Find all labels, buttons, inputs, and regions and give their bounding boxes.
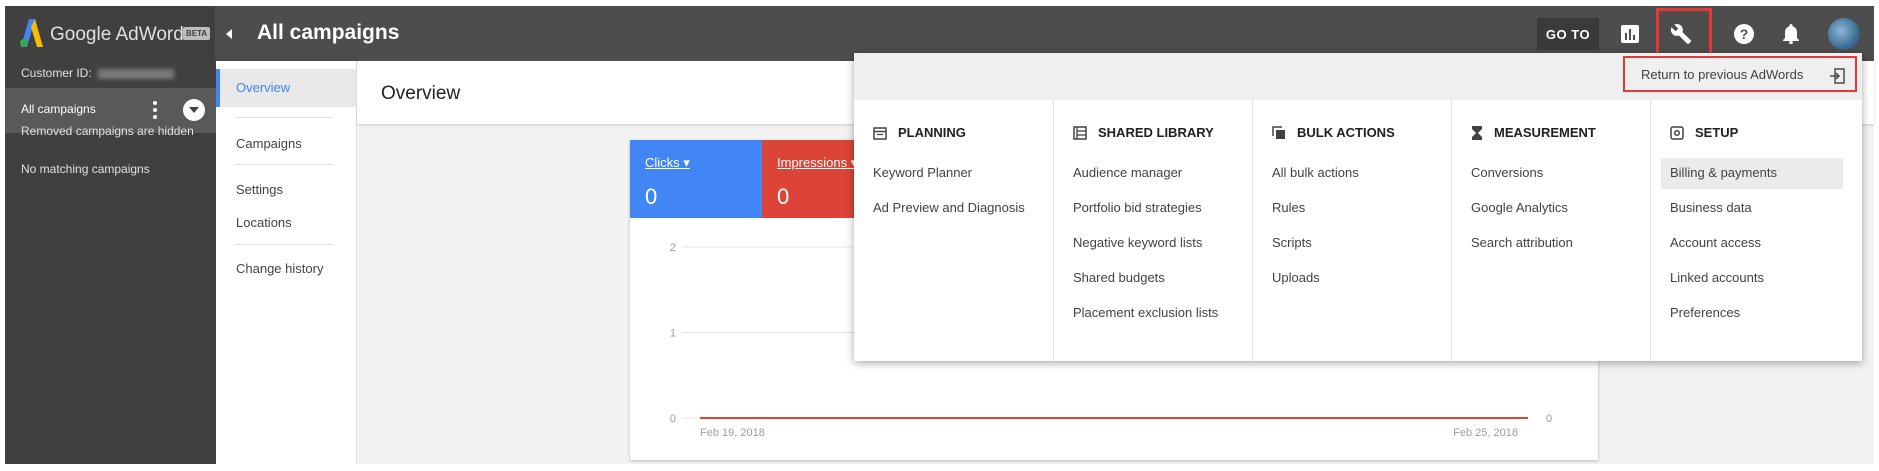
- chevron-down-icon[interactable]: [183, 99, 205, 121]
- adwords-logo-icon: [20, 19, 43, 47]
- tools-wrench-icon[interactable]: [1667, 20, 1695, 48]
- return-to-previous-adwords-link[interactable]: Return to previous AdWords: [1623, 56, 1857, 92]
- tools-menu: Return to previous AdWords PLANNING Keyw…: [854, 53, 1862, 361]
- all-campaigns-label: All campaigns: [21, 102, 96, 116]
- customer-id: Customer ID:: [21, 66, 174, 80]
- x-tick-label-end: Feb 25, 2018: [1453, 427, 1518, 439]
- menu-item-billing-payments[interactable]: Billing & payments: [1670, 165, 1777, 180]
- menu-item-negative-keyword-lists[interactable]: Negative keyword lists: [1073, 235, 1202, 250]
- collapse-sidebar-icon[interactable]: [221, 24, 237, 44]
- page-menu: Overview Campaigns Settings Locations Ch…: [216, 61, 357, 464]
- menu-item-placement-exclusion-lists[interactable]: Placement exclusion lists: [1073, 305, 1218, 320]
- menu-item-account-access[interactable]: Account access: [1670, 235, 1761, 250]
- measurement-hourglass-icon: [1472, 125, 1482, 140]
- tab-campaigns[interactable]: Campaigns: [236, 136, 302, 151]
- y-tick-label: 2: [670, 242, 676, 254]
- exit-icon: [1830, 68, 1845, 84]
- divider: [236, 117, 332, 118]
- setup-icon: [1670, 125, 1684, 140]
- impressions-metric-value: 0: [777, 184, 790, 209]
- help-icon[interactable]: ?: [1730, 20, 1758, 48]
- menu-item-shared-budgets[interactable]: Shared budgets: [1073, 270, 1165, 285]
- svg-text:?: ?: [1740, 26, 1749, 42]
- menu-item-conversions[interactable]: Conversions: [1471, 165, 1543, 180]
- tab-locations[interactable]: Locations: [236, 215, 292, 230]
- menu-item-business-data[interactable]: Business data: [1670, 200, 1752, 215]
- y-tick-label-right: 0: [1546, 413, 1552, 425]
- menu-column-measurement: MEASUREMENT Conversions Google Analytics…: [1451, 100, 1650, 361]
- menu-item-all-bulk-actions[interactable]: All bulk actions: [1272, 165, 1359, 180]
- reports-icon[interactable]: [1616, 20, 1644, 48]
- campaign-sidebar: Customer ID: All campaigns Removed campa…: [5, 61, 216, 464]
- goto-button[interactable]: GO TO: [1537, 18, 1599, 50]
- impressions-metric-label: Impressions ▾: [777, 155, 857, 171]
- menu-item-audience-manager[interactable]: Audience manager: [1073, 165, 1182, 180]
- divider: [236, 244, 332, 245]
- divider: [236, 164, 332, 165]
- tab-overview[interactable]: Overview: [216, 69, 357, 107]
- y-tick-label: 1: [670, 328, 676, 340]
- shared-library-icon: [1073, 125, 1087, 140]
- clicks-metric-value: 0: [645, 184, 658, 209]
- avatar[interactable]: [1828, 18, 1860, 50]
- beta-badge: BETA: [183, 27, 211, 40]
- menu-item-linked-accounts[interactable]: Linked accounts: [1670, 270, 1764, 285]
- tab-overview-label: Overview: [236, 80, 291, 95]
- menu-item-ad-preview[interactable]: Ad Preview and Diagnosis: [873, 200, 1025, 215]
- menu-heading-planning: PLANNING: [873, 125, 966, 140]
- tab-settings[interactable]: Settings: [236, 182, 283, 197]
- impressions-metric[interactable]: Impressions ▾ 0: [762, 140, 862, 218]
- menu-item-portfolio-bid-strategies[interactable]: Portfolio bid strategies: [1073, 200, 1202, 215]
- menu-item-rules[interactable]: Rules: [1272, 200, 1305, 215]
- caret-down-icon: ▾: [683, 155, 690, 170]
- planning-icon: [873, 126, 887, 140]
- bulk-actions-icon: [1272, 125, 1285, 139]
- more-options-icon[interactable]: [151, 100, 159, 120]
- overview-title: Overview: [381, 83, 461, 104]
- app-name: Google AdWords: [50, 24, 194, 45]
- menu-column-shared-library: SHARED LIBRARY Audience manager Portfoli…: [1053, 100, 1252, 361]
- removed-campaigns-note: Removed campaigns are hidden: [21, 124, 194, 138]
- menu-column-setup: SETUP Billing & payments Business data A…: [1650, 100, 1862, 361]
- menu-item-keyword-planner[interactable]: Keyword Planner: [873, 165, 972, 180]
- clicks-metric-label: Clicks ▾: [645, 155, 690, 170]
- menu-item-preferences[interactable]: Preferences: [1670, 305, 1740, 320]
- menu-heading-setup: SETUP: [1670, 125, 1738, 140]
- return-label: Return to previous AdWords: [1641, 67, 1804, 82]
- notifications-bell-icon[interactable]: [1777, 20, 1805, 48]
- menu-column-bulk-actions: BULK ACTIONS All bulk actions Rules Scri…: [1252, 100, 1451, 361]
- menu-heading-shared-library: SHARED LIBRARY: [1073, 125, 1214, 140]
- menu-column-planning: PLANNING Keyword Planner Ad Preview and …: [854, 100, 1053, 361]
- menu-heading-measurement: MEASUREMENT: [1471, 125, 1596, 140]
- menu-item-uploads[interactable]: Uploads: [1272, 270, 1320, 285]
- page-title: All campaigns: [257, 21, 400, 44]
- logo-area[interactable]: Google AdWords BETA: [5, 6, 215, 61]
- menu-item-scripts[interactable]: Scripts: [1272, 235, 1312, 250]
- tools-menu-header: Return to previous AdWords: [854, 53, 1862, 100]
- tab-change-history[interactable]: Change history: [236, 261, 323, 276]
- customer-id-redacted: [97, 68, 174, 79]
- menu-item-google-analytics[interactable]: Google Analytics: [1471, 200, 1568, 215]
- menu-item-search-attribution[interactable]: Search attribution: [1471, 235, 1573, 250]
- y-tick-label: 0: [670, 413, 676, 425]
- x-tick-label-start: Feb 19, 2018: [700, 427, 765, 439]
- clicks-metric[interactable]: Clicks ▾ 0: [630, 140, 762, 218]
- no-matching-campaigns: No matching campaigns: [21, 162, 150, 176]
- menu-heading-bulk-actions: BULK ACTIONS: [1272, 125, 1395, 140]
- customer-id-label: Customer ID:: [21, 66, 92, 80]
